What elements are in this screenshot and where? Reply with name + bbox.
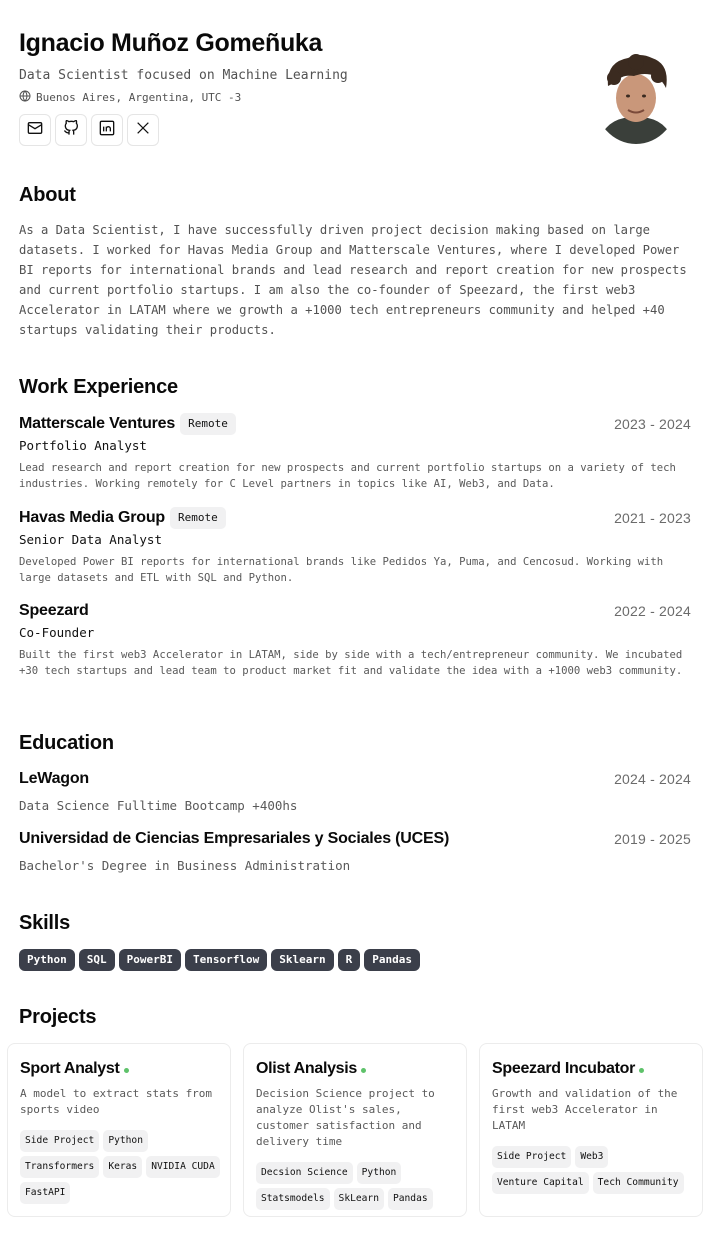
x-icon: [135, 120, 151, 141]
skills-heading: Skills: [19, 912, 71, 934]
about-heading: About: [19, 184, 76, 206]
project-tag: Pandas: [387, 1188, 433, 1210]
project-tag: Statsmodels: [256, 1188, 330, 1210]
project-description: Growth and validation of the first web3 …: [492, 1087, 678, 1132]
linkedin-icon: [99, 120, 115, 141]
profile-tagline: Data Scientist focused on Machine Learni…: [19, 68, 348, 83]
project-tag: Web3: [575, 1146, 609, 1168]
social-links: [19, 114, 579, 146]
education-degree: Data Science Fulltime Bootcamp +400hs: [19, 798, 298, 813]
project-tag: Python: [103, 1130, 148, 1152]
project-description: A model to extract stats from sports vid…: [20, 1087, 213, 1116]
job-dates: 2023 - 2024: [614, 416, 691, 432]
job-dates: 2021 - 2023: [614, 510, 691, 526]
remote-badge: Remote: [169, 507, 226, 529]
email-button[interactable]: [19, 114, 51, 146]
education-dates: 2024 - 2024: [614, 771, 691, 787]
profile-location: Buenos Aires, Argentina, UTC -3: [19, 90, 579, 106]
skill-badge: SQL: [78, 949, 115, 971]
status-dot-icon: [639, 1067, 645, 1073]
avatar: [594, 52, 678, 144]
project-card[interactable]: Sport Analyst A model to extract stats f…: [7, 1043, 231, 1217]
x-button[interactable]: [127, 114, 159, 146]
project-tag: Side Project: [492, 1146, 572, 1168]
education-dates: 2019 - 2025: [614, 831, 691, 847]
job-company: Havas Media Group: [19, 509, 165, 526]
project-title: Sport Analyst: [20, 1060, 120, 1077]
education-degree: Bachelor's Degree in Business Administra…: [19, 858, 351, 873]
remote-badge: Remote: [180, 413, 236, 435]
skill-badge: PowerBI: [118, 949, 181, 971]
skill-badge: Tensorflow: [184, 949, 268, 971]
work-heading: Work Experience: [19, 376, 178, 398]
project-tag: Venture Capital: [492, 1172, 589, 1194]
project-tag: Keras: [103, 1156, 143, 1178]
project-tags: Side Project Web3 Venture Capital Tech C…: [492, 1146, 692, 1194]
job-role: Co-Founder: [19, 625, 95, 640]
job-entry: Havas Media Group Remote 2021 - 2023 Sen…: [19, 506, 691, 586]
status-dot-icon: [361, 1067, 367, 1073]
education-entry: Universidad de Ciencias Empresariales y …: [19, 828, 691, 874]
location-text: Buenos Aires, Argentina, UTC -3: [36, 91, 242, 104]
education-entry: LeWagon 2024 - 2024 Data Science Fulltim…: [19, 768, 691, 814]
project-tag: Tech Community: [592, 1172, 684, 1194]
project-tag: NVIDIA CUDA: [146, 1156, 220, 1178]
project-tag: FastAPI: [20, 1182, 71, 1204]
project-tag: Decsion Science: [256, 1162, 353, 1184]
mail-icon: [27, 120, 43, 141]
job-description: Lead research and report creation for ne…: [19, 462, 676, 490]
project-tags: Side Project Python Transformers Keras N…: [20, 1130, 220, 1204]
github-icon: [63, 119, 79, 141]
job-entry: Speezard 2022 - 2024 Co-Founder Built th…: [19, 599, 691, 679]
job-role: Portfolio Analyst: [19, 438, 147, 453]
project-title: Speezard Incubator: [492, 1060, 636, 1077]
skill-badge: R: [337, 949, 361, 971]
job-company: Speezard: [19, 602, 89, 619]
globe-icon: [19, 90, 31, 106]
project-card[interactable]: Speezard Incubator Growth and validation…: [479, 1043, 703, 1217]
job-dates: 2022 - 2024: [614, 603, 691, 619]
job-entry: Matterscale Ventures Remote 2023 - 2024 …: [19, 412, 691, 492]
skills-list: Python SQL PowerBI Tensorflow Sklearn R …: [19, 949, 420, 971]
skill-badge: Pandas: [364, 949, 420, 971]
job-role: Senior Data Analyst: [19, 532, 162, 547]
about-text: As a Data Scientist, I have successfully…: [19, 223, 687, 337]
project-tag: Transformers: [20, 1156, 100, 1178]
linkedin-button[interactable]: [91, 114, 123, 146]
projects-grid: Sport Analyst A model to extract stats f…: [7, 1043, 703, 1217]
project-tag: Python: [356, 1162, 402, 1184]
project-tag: Side Project: [20, 1130, 100, 1152]
job-company: Matterscale Ventures: [19, 415, 176, 432]
project-tag: SkLearn: [333, 1188, 384, 1210]
github-button[interactable]: [55, 114, 87, 146]
project-tags: Decsion Science Python Statsmodels SkLea…: [256, 1162, 456, 1210]
education-school: Universidad de Ciencias Empresariales y …: [19, 830, 450, 847]
status-dot-icon: [123, 1067, 129, 1073]
project-card[interactable]: Olist Analysis Decision Science project …: [243, 1043, 467, 1217]
project-description: Decision Science project to analyze Olis…: [256, 1087, 435, 1148]
projects-heading: Projects: [19, 1006, 97, 1028]
job-description: Built the first web3 Accelerator in LATA…: [19, 649, 683, 677]
skill-badge: Sklearn: [271, 949, 334, 971]
education-heading: Education: [19, 732, 114, 754]
project-title: Olist Analysis: [256, 1060, 358, 1077]
profile-header: Ignacio Muñoz Gomeñuka Data Scientist fo…: [19, 28, 579, 146]
job-description: Developed Power BI reports for internati…: [19, 556, 664, 584]
education-school: LeWagon: [19, 770, 89, 787]
profile-name: Ignacio Muñoz Gomeñuka: [19, 29, 323, 57]
skill-badge: Python: [19, 949, 75, 971]
